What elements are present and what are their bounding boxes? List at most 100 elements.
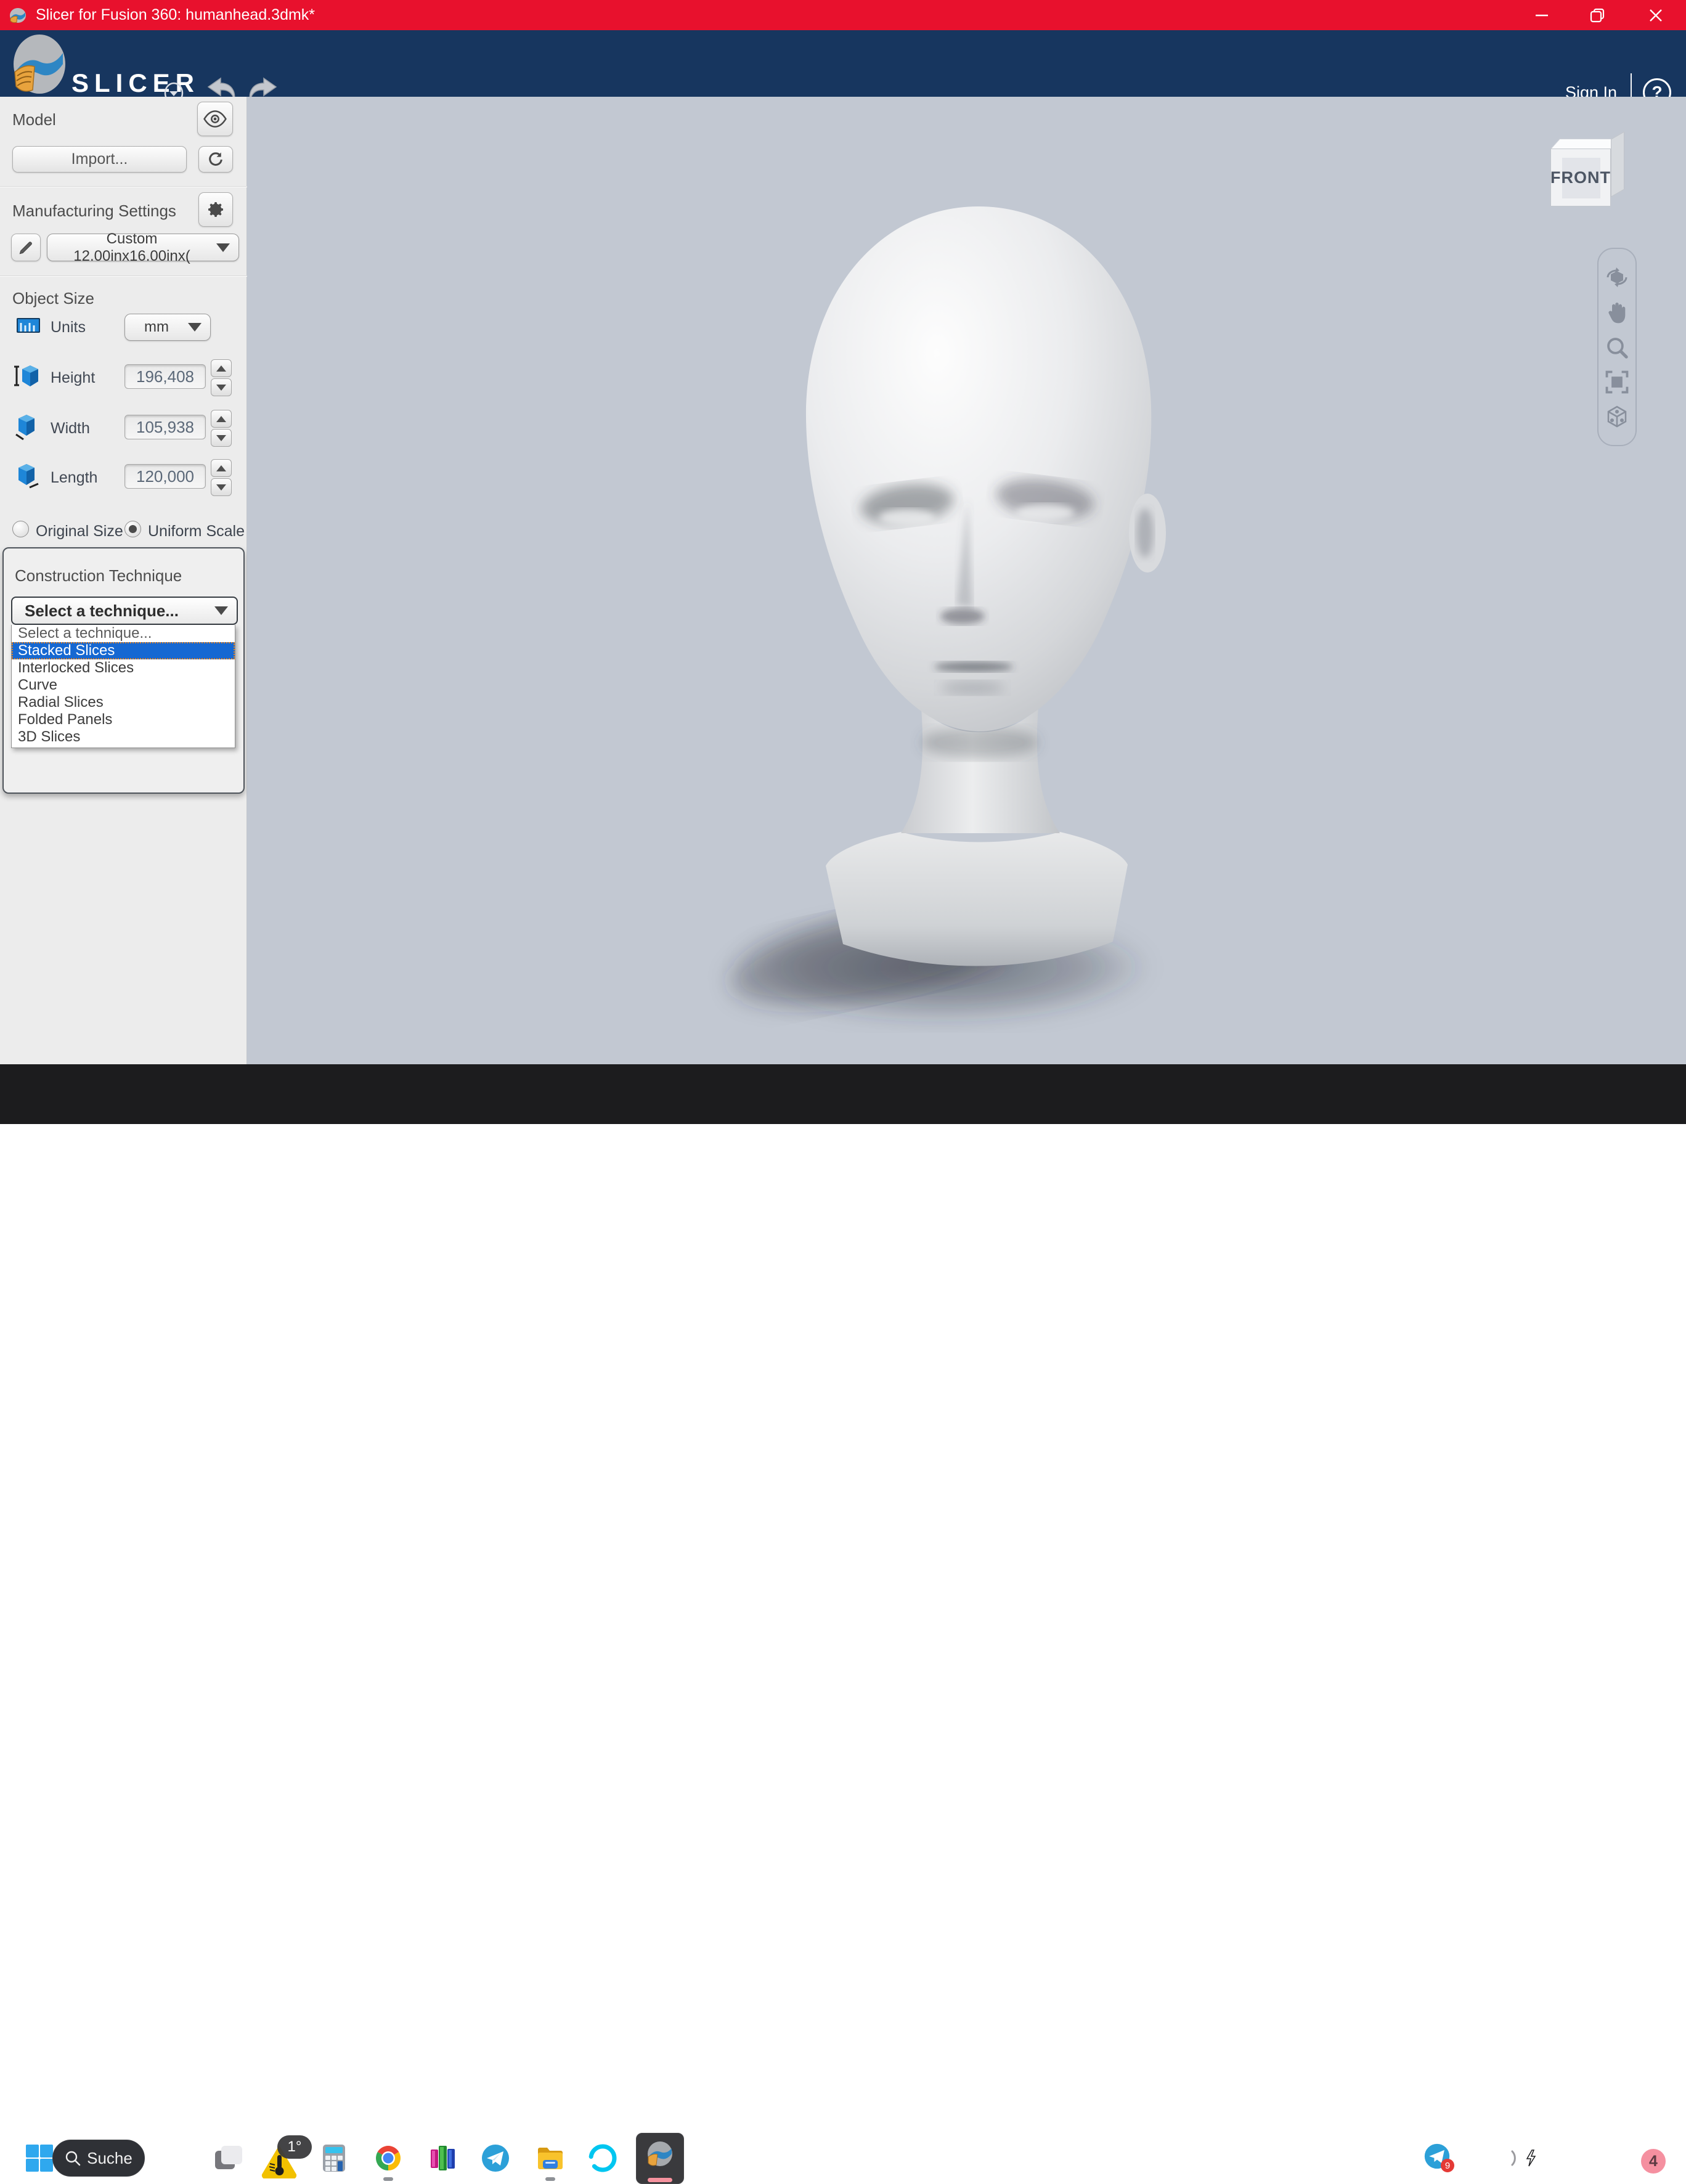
main-nav-bar: SLICER FOR FUSION 360 Sign In ?: [0, 30, 1686, 97]
gear-icon: [206, 200, 226, 219]
manufacturing-settings-button[interactable]: [198, 192, 233, 227]
window-title: Slicer for Fusion 360: humanhead.3dmk*: [36, 6, 315, 24]
telegram-unread-count: 9: [1445, 2161, 1450, 2171]
import-button[interactable]: Import...: [12, 146, 187, 173]
chrome-running-indicator: [383, 2177, 393, 2181]
construction-technique-select[interactable]: Select a technique...: [11, 597, 238, 625]
task-view-button[interactable]: [214, 2143, 243, 2173]
width-dimension-icon: [14, 414, 41, 441]
width-spinner: [211, 410, 232, 447]
units-label: Units: [51, 319, 86, 336]
dropdown-option[interactable]: Interlocked Slices: [12, 659, 235, 677]
units-ruler-icon: [16, 316, 41, 335]
search-icon: [65, 2150, 81, 2166]
model-head: [806, 206, 1151, 731]
minimize-icon: [1534, 7, 1550, 23]
construction-heading: Construction Technique: [15, 566, 182, 585]
tray-telegram-icon[interactable]: 9: [1423, 2143, 1451, 2170]
refresh-button[interactable]: [198, 146, 233, 173]
model-viewport[interactable]: FRONT: [247, 97, 1686, 1064]
display-settings-icon[interactable]: [1605, 404, 1629, 429]
triangle-down-icon: [216, 484, 226, 491]
telegram-app-icon[interactable]: [481, 2143, 510, 2173]
spin-down-button[interactable]: [211, 478, 232, 496]
dropdown-option[interactable]: Select a technique...: [12, 625, 235, 642]
chevron-down-icon: [214, 606, 228, 615]
refresh-icon: [207, 151, 224, 168]
spin-down-button[interactable]: [211, 378, 232, 396]
height-label: Height: [51, 369, 95, 387]
height-input[interactable]: [124, 364, 206, 389]
dropdown-option[interactable]: Radial Slices: [12, 694, 235, 711]
orbit-icon[interactable]: [1605, 265, 1629, 290]
alexa-app-icon[interactable]: [588, 2143, 617, 2173]
manufacturing-preset-select[interactable]: Custom 12.00inx16.00inx(: [47, 234, 239, 261]
chevron-down-icon: [216, 243, 230, 252]
manufacturing-heading: Manufacturing Settings: [12, 202, 176, 221]
spin-up-button[interactable]: [211, 459, 232, 477]
search-label: Suche: [87, 2149, 132, 2168]
viewcube-front-face[interactable]: FRONT: [1550, 149, 1611, 206]
tray-clock[interactable]: 22:06 01.03.2023: [1541, 2139, 1636, 2177]
tray-expand-chevron-icon[interactable]: [1387, 2150, 1407, 2165]
calculator-app-icon[interactable]: [319, 2143, 349, 2173]
width-label: Width: [51, 420, 90, 438]
uniform-scale-label: Uniform Scale: [148, 523, 245, 540]
spin-up-button[interactable]: [211, 410, 232, 428]
visibility-button[interactable]: [197, 102, 233, 136]
start-button[interactable]: [25, 2143, 54, 2173]
viewcube-front-label: FRONT: [1550, 168, 1611, 187]
pan-icon[interactable]: [1605, 300, 1629, 325]
length-dimension-icon: [14, 463, 41, 490]
units-value: mm: [125, 319, 188, 336]
close-button[interactable]: [1629, 0, 1683, 30]
dropdown-option[interactable]: 3D Slices: [12, 728, 235, 746]
weather-temperature-badge: 1°: [277, 2135, 312, 2159]
restore-icon: [1589, 7, 1606, 24]
app-icon: [7, 5, 28, 26]
triangle-down-icon: [216, 385, 226, 391]
file-explorer-icon[interactable]: [536, 2143, 565, 2173]
triangle-down-icon: [216, 435, 226, 441]
zoom-icon[interactable]: [1605, 336, 1629, 359]
viewcube-top-face[interactable]: [1550, 139, 1620, 149]
length-label: Length: [51, 469, 97, 487]
original-size-radio[interactable]: [12, 521, 29, 537]
edit-preset-button[interactable]: [11, 234, 41, 261]
dropdown-option[interactable]: Curve: [12, 677, 235, 694]
windows-taskbar: Suche 1°: [0, 1064, 1686, 1124]
weather-temperature: 1°: [288, 2138, 302, 2156]
notification-count-badge[interactable]: 4: [1641, 2149, 1666, 2174]
original-size-label: Original Size: [36, 523, 123, 540]
human-head-model[interactable]: [678, 166, 1282, 1041]
section-divider: [0, 186, 247, 187]
taskbar-search[interactable]: Suche: [52, 2140, 145, 2177]
units-select[interactable]: mm: [124, 314, 211, 341]
slicer-logo-icon: [10, 33, 69, 96]
dropdown-option-selected[interactable]: Stacked Slices: [12, 642, 235, 659]
fit-view-icon[interactable]: [1605, 370, 1629, 394]
construction-select-value: Select a technique...: [25, 601, 214, 621]
view-cube[interactable]: FRONT: [1546, 131, 1632, 211]
slicer-running-indicator: [648, 2178, 672, 2182]
viewcube-right-face[interactable]: [1611, 131, 1624, 197]
maximize-restore-button[interactable]: [1570, 0, 1624, 30]
close-icon: [1648, 7, 1664, 23]
object-size-heading: Object Size: [12, 289, 94, 308]
prism-app-icon[interactable]: [428, 2143, 458, 2173]
viewport-nav-toolbar: [1597, 248, 1637, 446]
triangle-up-icon: [216, 465, 226, 471]
triangle-up-icon: [216, 416, 226, 422]
length-input[interactable]: [124, 464, 206, 489]
volume-icon[interactable]: [1494, 2146, 1521, 2170]
uniform-scale-radio[interactable]: [124, 521, 141, 537]
dropdown-option[interactable]: Folded Panels: [12, 711, 235, 728]
chrome-app-icon[interactable]: [373, 2143, 403, 2173]
spin-up-button[interactable]: [211, 359, 232, 377]
minimize-button[interactable]: [1515, 0, 1569, 30]
slicer-app-icon[interactable]: [645, 2139, 675, 2169]
eye-icon: [203, 110, 227, 128]
wifi-icon[interactable]: [1463, 2148, 1489, 2169]
spin-down-button[interactable]: [211, 429, 232, 447]
width-input[interactable]: [124, 415, 206, 439]
